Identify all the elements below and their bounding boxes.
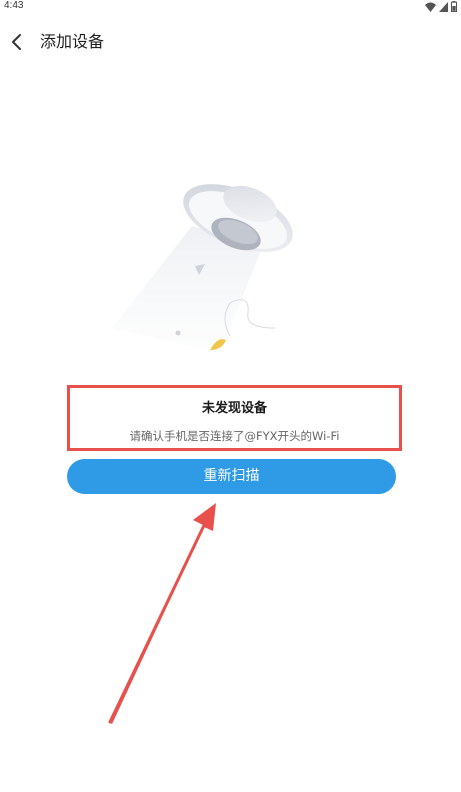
status-icons xyxy=(425,1,457,12)
ufo-illustration xyxy=(112,184,293,353)
wifi-hint-text: 请确认手机是否连接了@FYX开头的Wi-Fi xyxy=(129,429,340,443)
signal-icon xyxy=(439,1,448,12)
page-title: 添加设备 xyxy=(40,32,105,51)
status-bar: 4:43 xyxy=(0,0,461,14)
annotation-highlight-box: 未发现设备 请确认手机是否连接了@FYX开头的Wi-Fi xyxy=(67,385,402,451)
battery-icon xyxy=(451,1,457,12)
chevron-left-icon xyxy=(12,34,21,50)
status-time: 4:43 xyxy=(4,0,24,11)
back-button[interactable] xyxy=(2,24,30,60)
wifi-icon xyxy=(425,2,436,12)
nav-bar: 添加设备 xyxy=(0,24,461,60)
no-device-title: 未发现设备 xyxy=(201,401,267,416)
rescan-button[interactable]: 重新扫描 xyxy=(67,459,396,494)
